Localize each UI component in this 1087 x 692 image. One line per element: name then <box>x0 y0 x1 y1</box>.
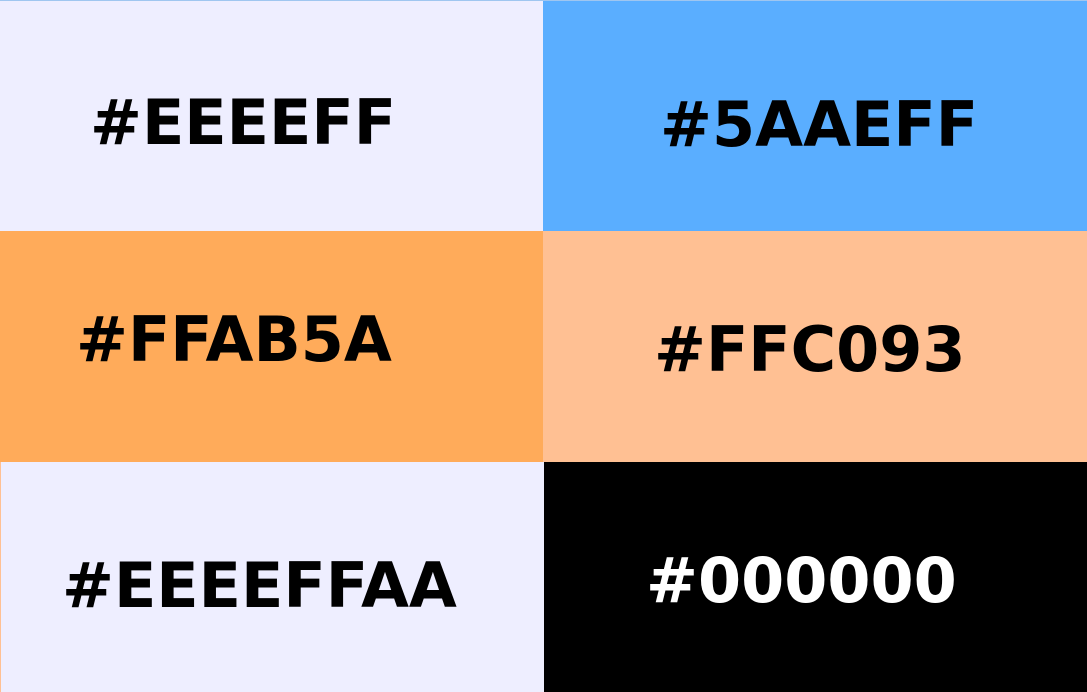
swatch-label: #EEEEFFAA <box>62 549 457 622</box>
swatch-ffab5a: #FFAB5A <box>0 231 543 462</box>
swatch-label: #FFC093 <box>654 313 966 386</box>
swatch-label: #FFAB5A <box>76 303 392 376</box>
swatch-ffc093: #FFC093 <box>543 231 1087 462</box>
color-swatch-grid: #EEEEFF #5AAEFF #FFAB5A #FFC093 #EEEEFFA… <box>0 0 1087 692</box>
top-border-line <box>0 0 1087 1</box>
swatch-000000: #000000 <box>544 462 1087 692</box>
left-border-line <box>0 462 1 692</box>
swatch-eeeeffaa: #EEEEFFAA <box>0 462 544 692</box>
swatch-label: #000000 <box>646 544 957 617</box>
swatch-5aaeff: #5AAEFF <box>543 0 1087 231</box>
swatch-eeeeff: #EEEEFF <box>0 0 543 231</box>
swatch-label: #5AAEFF <box>660 88 979 161</box>
swatch-label: #EEEEFF <box>90 86 397 159</box>
